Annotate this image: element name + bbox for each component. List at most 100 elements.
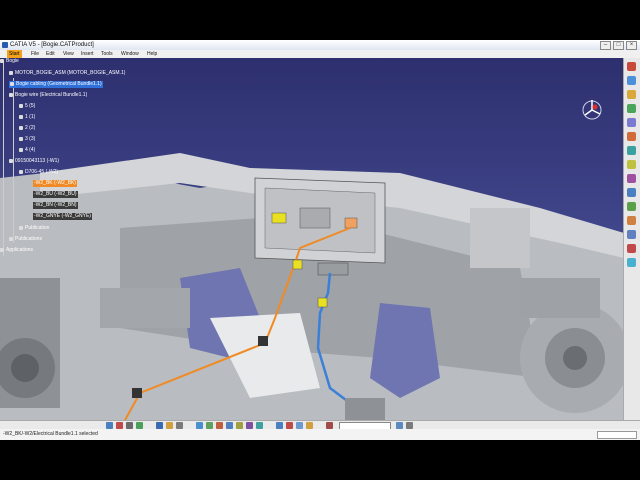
node-icon <box>19 125 23 130</box>
minimize-button[interactable]: – <box>600 41 611 50</box>
junction-connector-orange <box>344 217 358 229</box>
tree-item[interactable]: Bogie <box>0 58 19 65</box>
tree-item[interactable]: 4 (4) <box>19 147 35 154</box>
cable-gland <box>317 262 349 276</box>
status-text: -W2_BK/-W2/Electrical Bundle1.1 selected <box>3 431 98 437</box>
toolbar-tool-icon[interactable] <box>196 422 203 429</box>
tree-item[interactable]: 5 (5) <box>19 103 35 110</box>
toolbar-tool-icon[interactable] <box>627 62 636 71</box>
tree-item[interactable]: 2 (2) <box>19 125 35 132</box>
tree-item[interactable]: Bogie wire (Electrical Bundle1.1) <box>9 92 87 99</box>
right-toolbar <box>623 58 640 420</box>
tree-item[interactable]: 3 (3) <box>19 136 35 143</box>
menu-file[interactable]: File <box>31 50 39 58</box>
toolbar-tool-icon[interactable] <box>156 422 163 429</box>
menu-view[interactable]: View <box>63 50 74 58</box>
catia-app-icon <box>2 42 8 48</box>
right-bracket <box>470 208 530 268</box>
toolbar-tool-icon[interactable] <box>246 422 253 429</box>
menu-bar: Start File Edit View Insert Tools Window… <box>0 50 640 58</box>
menu-help[interactable]: Help <box>147 50 157 58</box>
specification-tree: Bogie MOTOR_BOGIE_ASM (MOTOR_BOGIE_ASM.1… <box>0 58 125 278</box>
toolbar-tool-icon[interactable] <box>166 422 173 429</box>
tree-item[interactable]: Publications <box>9 236 42 243</box>
menu-insert[interactable]: Insert <box>81 50 94 58</box>
tree-item[interactable]: -W2_BN (-W2_BN) <box>33 202 78 209</box>
right-damper <box>520 278 600 318</box>
tree-item[interactable]: Bogie cabling (Geometrical Bundle1.1) <box>9 81 103 88</box>
tree-item[interactable]: -W2_BU (-W2_BU) <box>33 191 78 198</box>
toolbar-tool-icon[interactable] <box>396 422 403 429</box>
tree-item[interactable]: MOTOR_BOGIE_ASM (MOTOR_BOGIE_ASM.1) <box>9 70 125 77</box>
toolbar-tool-icon[interactable] <box>126 422 133 429</box>
tree-item-selected[interactable]: -W2_BK (-W2_BK) <box>33 180 77 187</box>
node-icon <box>19 114 23 119</box>
command-input[interactable] <box>597 431 637 439</box>
toolbar-tool-icon[interactable] <box>627 174 636 183</box>
toolbar-tool-icon[interactable] <box>627 104 636 113</box>
product-icon <box>0 58 4 63</box>
toolbar-tool-icon[interactable] <box>136 422 143 429</box>
lower-bracket <box>345 398 385 420</box>
compass-icon[interactable] <box>578 96 606 124</box>
menu-start[interactable]: Start <box>7 50 22 58</box>
node-icon <box>19 136 23 141</box>
toolbar-tool-icon[interactable] <box>226 422 233 429</box>
connector-yellow-2[interactable] <box>317 297 328 308</box>
toolbar-tool-icon[interactable] <box>206 422 213 429</box>
toolbar-tool-icon[interactable] <box>627 118 636 127</box>
toolbar-tool-icon[interactable] <box>627 132 636 141</box>
toolbar-tool-icon[interactable] <box>627 258 636 267</box>
toolbar-tool-icon[interactable] <box>306 422 313 429</box>
tree-item[interactable]: D706-45 (-W2) <box>19 169 58 176</box>
toolbar-tool-icon[interactable] <box>296 422 303 429</box>
toolbar-tool-icon[interactable] <box>326 422 333 429</box>
catia-window: CATIA V5 - [Bogie.CATProduct] – □ × Star… <box>0 40 640 440</box>
connector-yellow-1[interactable] <box>292 259 303 270</box>
toolbar-tool-icon[interactable] <box>627 76 636 85</box>
tree-item[interactable]: Publication <box>19 225 49 232</box>
menu-tools[interactable]: Tools <box>101 50 113 58</box>
applications-icon <box>0 247 4 252</box>
toolbar-tool-icon[interactable] <box>116 422 123 429</box>
junction-terminal-block <box>299 207 331 229</box>
tree-item[interactable]: 1 (1) <box>19 114 35 121</box>
connector-black-mid[interactable] <box>258 336 268 346</box>
left-gearbox <box>100 288 190 328</box>
toolbar-tool-icon[interactable] <box>627 90 636 99</box>
left-motor-hub <box>11 354 39 382</box>
right-wheel-hub <box>563 346 587 370</box>
toolbar-tool-icon[interactable] <box>236 422 243 429</box>
tree-item[interactable]: 09150043113 (-W1) <box>9 158 59 165</box>
menu-edit[interactable]: Edit <box>46 50 55 58</box>
toolbar-tool-icon[interactable] <box>256 422 263 429</box>
toolbar-tool-icon[interactable] <box>627 216 636 225</box>
junction-connector-yellow <box>271 212 287 224</box>
tree-item[interactable]: Applications <box>0 247 33 254</box>
toolbar-tool-icon[interactable] <box>627 146 636 155</box>
tree-item[interactable]: -W2_GNYE (-W2_GNYE) <box>33 213 92 220</box>
menu-window[interactable]: Window <box>121 50 139 58</box>
publication-icon <box>19 225 23 230</box>
toolbar-tool-icon[interactable] <box>276 422 283 429</box>
toolbar-tool-icon[interactable] <box>406 422 413 429</box>
toolbar-tool-icon[interactable] <box>627 202 636 211</box>
toolbar-tool-icon[interactable] <box>176 422 183 429</box>
node-icon <box>19 103 23 108</box>
toolbar-tool-icon[interactable] <box>627 230 636 239</box>
3d-viewport[interactable]: Bogie MOTOR_BOGIE_ASM (MOTOR_BOGIE_ASM.1… <box>0 58 624 420</box>
toolbar-tool-icon[interactable] <box>106 422 113 429</box>
connector-black-low[interactable] <box>132 388 142 398</box>
close-button[interactable]: × <box>626 41 637 50</box>
window-title: CATIA V5 - [Bogie.CATProduct] <box>10 42 94 48</box>
toolbar-tool-icon[interactable] <box>627 244 636 253</box>
title-bar: CATIA V5 - [Bogie.CATProduct] – □ × <box>0 40 640 50</box>
toolbar-tool-icon[interactable] <box>627 188 636 197</box>
toolbar-tool-icon[interactable] <box>216 422 223 429</box>
toolbar-tool-icon[interactable] <box>627 160 636 169</box>
connector-icon <box>9 158 13 163</box>
cable-icon <box>19 169 23 174</box>
toolbar-tool-icon[interactable] <box>286 422 293 429</box>
node-icon <box>19 147 23 152</box>
maximize-button[interactable]: □ <box>613 41 624 50</box>
